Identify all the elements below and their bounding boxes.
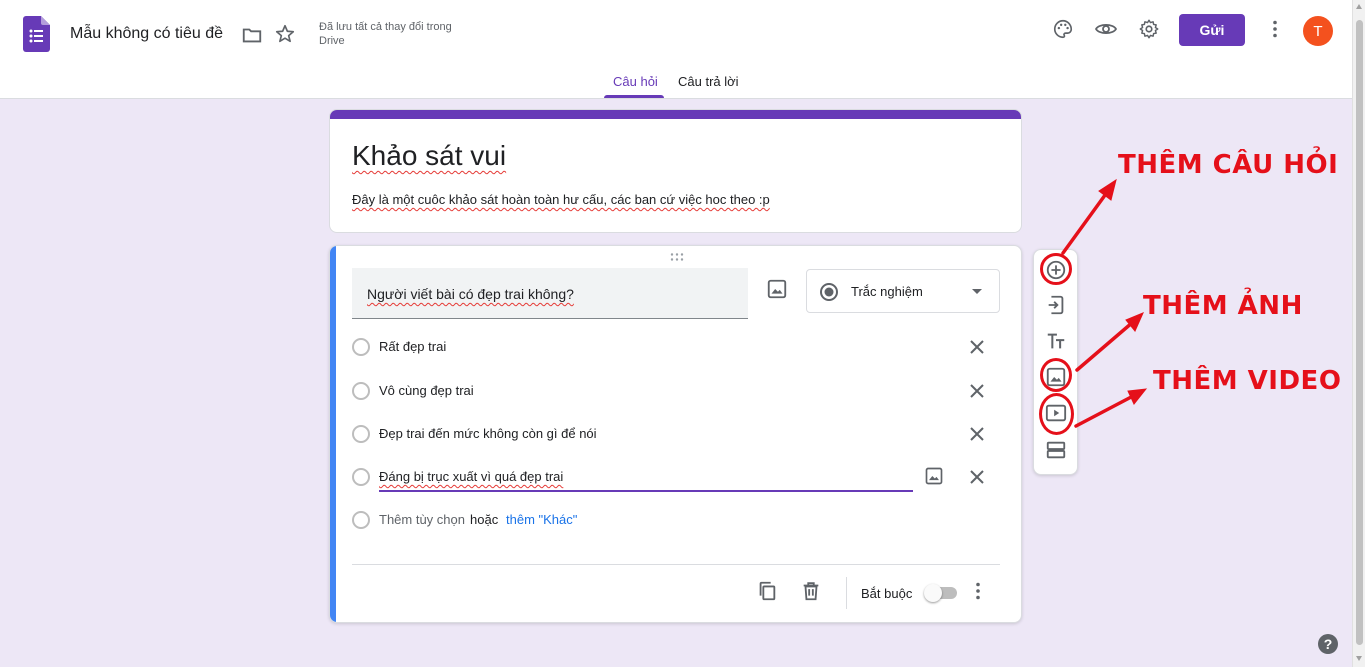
option-label[interactable]: Rất đẹp trai xyxy=(379,339,446,354)
remove-option-icon[interactable] xyxy=(968,382,986,400)
form-description[interactable]: Đây là một cuôc khảo sát hoàn toàn hư cấ… xyxy=(352,192,770,207)
tab-responses[interactable]: Câu trả lời xyxy=(678,74,739,89)
tab-questions[interactable]: Câu hỏi xyxy=(613,74,658,89)
scrollbar-thumb[interactable] xyxy=(1356,20,1363,645)
question-card[interactable]: Người viết bài có đẹp trai không? Trắc n… xyxy=(329,245,1022,623)
option-label[interactable]: Đẹp trai đến mức không còn gì để nói xyxy=(379,426,597,441)
option-radio-icon xyxy=(352,338,370,356)
card-footer-divider xyxy=(352,564,1000,565)
google-forms-logo-icon[interactable] xyxy=(23,16,50,52)
active-card-indicator xyxy=(330,246,336,622)
help-icon[interactable]: ? xyxy=(1318,634,1338,654)
scroll-down-arrow-icon[interactable] xyxy=(1356,656,1362,661)
annotation-circle-add-question xyxy=(1040,253,1072,285)
annotation-label-add-question: THÊM CÂU HỎI xyxy=(1118,150,1339,180)
duplicate-icon[interactable] xyxy=(756,580,778,602)
footer-vertical-divider xyxy=(846,577,847,609)
annotation-label-add-image: THÊM ẢNH xyxy=(1143,291,1303,321)
option-row[interactable]: Vô cùng đẹp trai xyxy=(352,380,1002,402)
app-header: Mẫu không có tiêu đề Đã lưu tất cả thay … xyxy=(0,0,1352,99)
add-option-row: Thêm tùy chọn hoặc thêm "Khác" xyxy=(352,509,1002,531)
toggle-knob xyxy=(924,584,942,602)
title-card-accent-bar xyxy=(330,110,1021,119)
question-type-select[interactable]: Trắc nghiệm xyxy=(806,269,1000,313)
option-row[interactable]: Đẹp trai đến mức không còn gì để nói xyxy=(352,423,1002,445)
option-radio-icon xyxy=(352,468,370,486)
option-input-underline xyxy=(379,490,913,492)
question-text[interactable]: Người viết bài có đẹp trai không? xyxy=(367,286,574,302)
scroll-up-arrow-icon[interactable] xyxy=(1356,4,1362,9)
remove-option-icon[interactable] xyxy=(968,468,986,486)
question-type-label: Trắc nghiệm xyxy=(851,284,923,299)
remove-option-icon[interactable] xyxy=(968,338,986,356)
send-button[interactable]: Gửi xyxy=(1179,14,1245,46)
form-title[interactable]: Khảo sát vui xyxy=(352,140,506,172)
delete-trash-icon[interactable] xyxy=(800,580,822,602)
annotation-label-add-video: THÊM VIDEO xyxy=(1153,366,1342,396)
document-title[interactable]: Mẫu không có tiêu đề xyxy=(70,25,223,43)
remove-option-icon[interactable] xyxy=(968,425,986,443)
dropdown-caret-icon xyxy=(972,289,982,294)
active-tab-indicator xyxy=(604,95,664,98)
question-image-icon[interactable] xyxy=(766,278,788,300)
option-image-icon[interactable] xyxy=(924,466,944,486)
question-input[interactable]: Người viết bài có đẹp trai không? xyxy=(352,268,748,319)
palette-icon[interactable] xyxy=(1051,17,1075,41)
settings-gear-icon[interactable] xyxy=(1137,17,1161,41)
add-title-description-icon[interactable] xyxy=(1045,330,1067,352)
radio-button-icon xyxy=(820,283,838,301)
more-vert-icon[interactable] xyxy=(1263,17,1287,41)
option-radio-icon xyxy=(352,382,370,400)
annotation-circle-add-image xyxy=(1040,358,1072,392)
add-section-icon[interactable] xyxy=(1045,439,1067,461)
required-toggle[interactable] xyxy=(924,584,958,602)
add-other-link[interactable]: thêm "Khác" xyxy=(506,512,577,527)
folder-icon[interactable] xyxy=(240,23,264,47)
page-scrollbar[interactable] xyxy=(1352,0,1365,667)
preview-eye-icon[interactable] xyxy=(1094,17,1118,41)
add-or-text: hoặc xyxy=(470,512,499,527)
question-more-vert-icon[interactable] xyxy=(970,580,986,602)
option-row[interactable]: Rất đẹp trai xyxy=(352,336,1002,358)
required-label: Bắt buộc xyxy=(861,586,913,601)
option-label[interactable]: Vô cùng đẹp trai xyxy=(379,383,474,398)
add-option-link[interactable]: Thêm tùy chọn xyxy=(379,512,465,527)
form-title-card[interactable]: Khảo sát vui Đây là một cuôc khảo sát ho… xyxy=(329,109,1022,233)
annotation-circle-add-video xyxy=(1039,393,1074,435)
option-radio-icon xyxy=(352,425,370,443)
option-label[interactable]: Đáng bị trục xuất vì quá đẹp trai xyxy=(379,469,563,484)
drag-handle-icon[interactable] xyxy=(669,252,685,262)
star-icon[interactable] xyxy=(273,22,297,46)
option-row-active[interactable]: Đáng bị trục xuất vì quá đẹp trai xyxy=(352,466,1002,496)
import-questions-icon[interactable] xyxy=(1045,294,1067,316)
user-avatar[interactable]: T xyxy=(1303,16,1333,46)
save-status: Đã lưu tất cả thay đổi trong Drive xyxy=(319,21,452,47)
option-radio-icon xyxy=(352,511,370,529)
